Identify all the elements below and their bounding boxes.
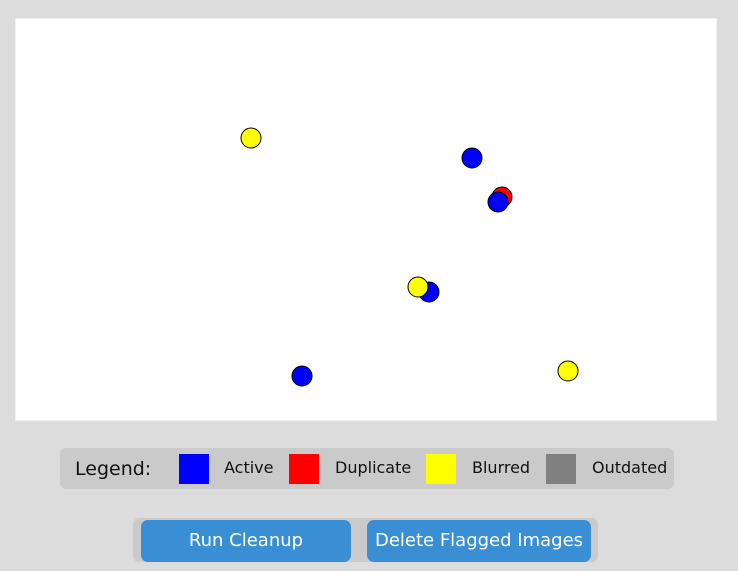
legend-title: Legend: [75, 458, 152, 480]
image-marker-blurred[interactable] [407, 276, 429, 298]
image-marker-active[interactable] [487, 191, 509, 213]
legend-swatch-outdated [546, 454, 576, 484]
action-bar: Run Cleanup Delete Flagged Images [133, 518, 598, 562]
image-marker-blurred[interactable] [557, 360, 579, 382]
image-marker-active[interactable] [291, 365, 313, 387]
image-marker-blurred[interactable] [240, 127, 262, 149]
image-canvas[interactable] [15, 18, 717, 421]
legend-swatch-active [179, 454, 209, 484]
legend-label-outdated: Outdated [592, 458, 668, 477]
delete-flagged-images-button[interactable]: Delete Flagged Images [367, 520, 591, 562]
marker-layer [240, 127, 579, 387]
image-marker-active[interactable] [461, 147, 483, 169]
legend-panel: Legend: Active Duplicate Blurred Outdate… [60, 448, 674, 489]
legend-swatch-duplicate [289, 454, 319, 484]
legend-label-active: Active [224, 458, 274, 477]
legend-swatch-blurred [426, 454, 456, 484]
legend-label-duplicate: Duplicate [335, 458, 412, 477]
run-cleanup-button[interactable]: Run Cleanup [141, 520, 351, 562]
legend-label-blurred: Blurred [472, 458, 531, 477]
app-root: Legend: Active Duplicate Blurred Outdate… [0, 0, 738, 571]
